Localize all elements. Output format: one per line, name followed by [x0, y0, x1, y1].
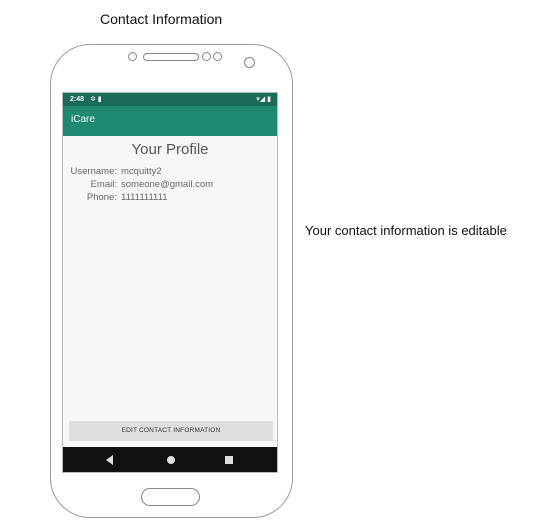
phone-home-button[interactable] [141, 488, 200, 506]
signal-battery-icon: ▾◢ ▮ [256, 96, 271, 103]
edit-contact-information-button[interactable]: EDIT CONTACT INFORMATION [69, 421, 273, 441]
username-value: mcquitty2 [121, 166, 162, 177]
email-value: someone@gmail.com [121, 179, 214, 190]
phone-sensor-icon [128, 52, 137, 61]
phone-sensor-icon [202, 52, 211, 61]
home-icon[interactable] [167, 456, 175, 464]
phone-label: Phone: [86, 192, 117, 203]
status-bar: 2:48 ✲ ▮ ▾◢ ▮ [63, 93, 277, 106]
phone-sensor-icon [213, 52, 222, 61]
phone-camera-icon [244, 57, 255, 68]
figure-caption-title: Contact Information [100, 11, 223, 27]
email-label: Email: [90, 179, 117, 190]
phone-speaker [143, 53, 199, 61]
side-note: Your contact information is editable [305, 223, 507, 238]
phone-screen: 2:48 ✲ ▮ ▾◢ ▮ iCare Your Profile Usernam… [62, 92, 278, 473]
page-title: Your Profile [131, 141, 209, 158]
navigation-bar [63, 447, 277, 472]
recent-apps-icon[interactable] [225, 456, 233, 464]
app-bar: iCare [63, 106, 277, 136]
app-title: iCare [71, 114, 95, 125]
username-label: Username: [70, 166, 117, 177]
status-time: 2:48 [70, 96, 85, 103]
settings-notification-icon: ✲ ▮ [90, 96, 102, 103]
back-icon[interactable] [106, 455, 113, 465]
phone-value: 1111111111 [121, 192, 168, 203]
